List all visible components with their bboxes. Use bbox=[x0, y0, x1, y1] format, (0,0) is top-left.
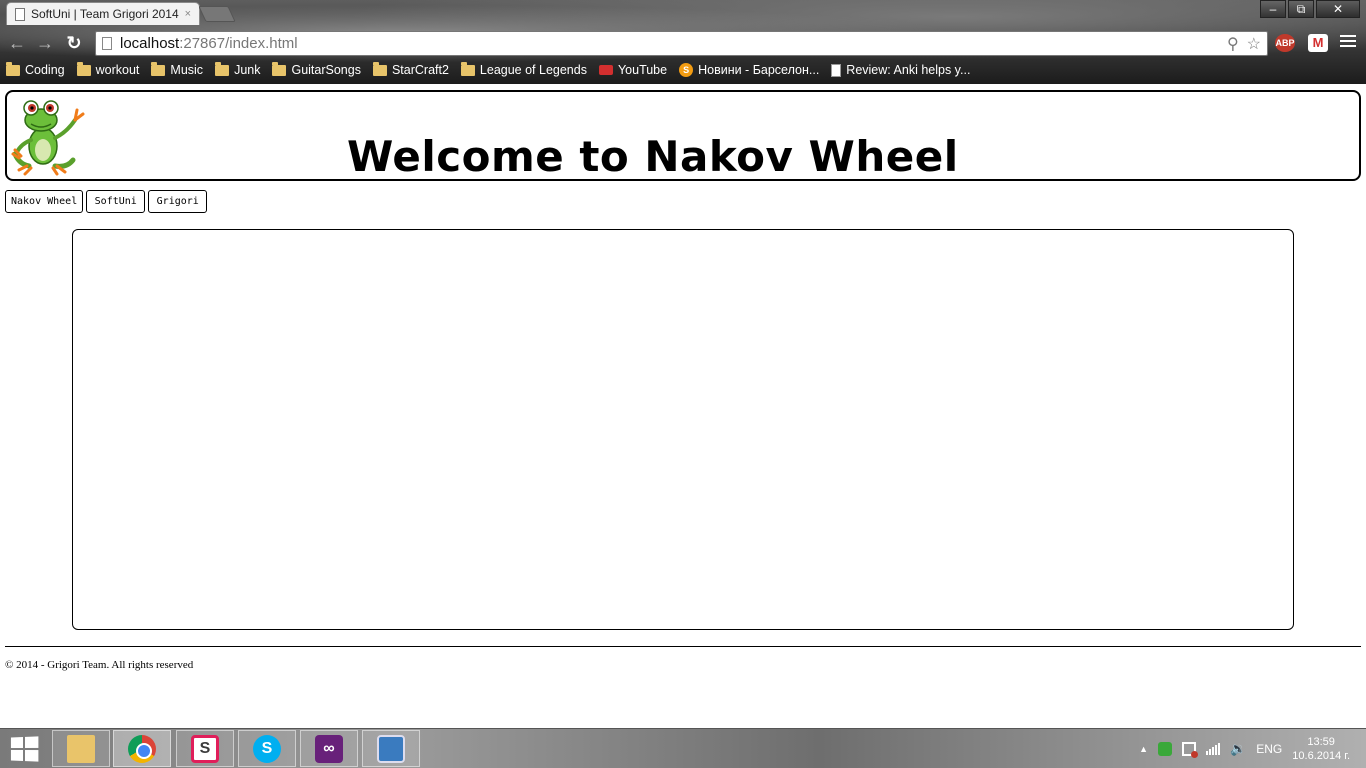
network-signal-icon[interactable] bbox=[1206, 743, 1221, 755]
nav-link-nakov-wheel[interactable]: Nakov Wheel bbox=[5, 190, 84, 213]
photos-icon bbox=[377, 734, 405, 763]
volume-icon[interactable]: 🔉 bbox=[1230, 741, 1246, 757]
bookmark-review[interactable]: Review: Anki helps y... bbox=[831, 63, 970, 77]
url-text[interactable]: localhost:27867/index.html bbox=[120, 35, 1219, 52]
site-navigation: Nakov Wheel SoftUni Grigori bbox=[5, 190, 208, 213]
youtube-icon bbox=[598, 65, 613, 75]
minimize-button[interactable]: – bbox=[1260, 0, 1286, 18]
taskbar-slack[interactable]: S bbox=[176, 730, 234, 767]
nav-link-grigori[interactable]: Grigori bbox=[148, 190, 208, 213]
taskbar-google-chrome[interactable] bbox=[113, 730, 171, 767]
url-path: :27867/index.html bbox=[179, 35, 298, 52]
system-tray: ▲ 🔉 ENG 13:59 10.6.2014 г. bbox=[1139, 729, 1366, 768]
forward-arrow-icon[interactable]: → bbox=[34, 33, 56, 54]
folder-icon bbox=[372, 61, 387, 76]
folder-icon bbox=[76, 61, 91, 76]
bookmark-music[interactable]: Music bbox=[151, 61, 204, 77]
bookmark-starcraft2[interactable]: StarCraft2 bbox=[372, 61, 449, 77]
site-header: Welcome to Nakov Wheel bbox=[5, 90, 1361, 181]
main-content-area bbox=[72, 229, 1294, 630]
taskbar-skype[interactable]: S bbox=[238, 730, 296, 767]
page-icon bbox=[102, 37, 112, 50]
close-button[interactable]: ✕ bbox=[1316, 0, 1360, 18]
bookmark-label: Новини - Барселон... bbox=[698, 63, 820, 77]
page-title: Welcome to Nakov Wheel bbox=[347, 132, 959, 181]
taskbar-clock[interactable]: 13:59 10.6.2014 г. bbox=[1292, 735, 1350, 763]
sport-icon: S bbox=[679, 63, 694, 77]
skype-icon: S bbox=[253, 734, 281, 763]
security-shield-icon[interactable] bbox=[1158, 742, 1173, 756]
zoom-icon[interactable]: ⚲ bbox=[1227, 34, 1239, 54]
bookmark-star-icon[interactable]: ☆ bbox=[1247, 34, 1261, 54]
windows-start-icon[interactable] bbox=[10, 736, 39, 762]
bookmark-junk[interactable]: Junk bbox=[215, 61, 261, 77]
tab-title: SoftUni | Team Grigori 2014 bbox=[31, 7, 179, 21]
browser-tab[interactable]: SoftUni | Team Grigori 2014 × bbox=[6, 2, 200, 25]
browser-chrome: SoftUni | Team Grigori 2014 × – ⧉ ✕ ← → … bbox=[0, 0, 1366, 84]
back-arrow-icon[interactable]: ← bbox=[6, 33, 28, 54]
bookmark-label: GuitarSongs bbox=[291, 63, 361, 77]
tab-close-icon[interactable]: × bbox=[185, 8, 191, 20]
page-icon bbox=[15, 7, 25, 21]
clock-date: 10.6.2014 г. bbox=[1292, 750, 1350, 762]
new-tab-button[interactable] bbox=[198, 6, 236, 22]
windows-taskbar: S S ∞ ▲ 🔉 ENG 13:59 10.6.2014 г. bbox=[0, 728, 1366, 768]
bookmark-label: Review: Anki helps y... bbox=[846, 63, 971, 77]
bookmark-label: YouTube bbox=[617, 63, 668, 77]
browser-toolbar: ← → ↻ localhost:27867/index.html ⚲ ☆ ABP… bbox=[0, 28, 1366, 58]
address-bar[interactable]: localhost:27867/index.html ⚲ ☆ bbox=[95, 31, 1268, 56]
bookmark-youtube[interactable]: YouTube bbox=[598, 63, 668, 77]
folder-icon bbox=[272, 61, 287, 76]
taskbar-visual-studio[interactable]: ∞ bbox=[300, 730, 358, 767]
folder-icon bbox=[460, 61, 475, 76]
bookmark-workout[interactable]: workout bbox=[76, 61, 140, 77]
bookmark-guitarsongs[interactable]: GuitarSongs bbox=[272, 61, 361, 77]
window-controls: – ⧉ ✕ bbox=[1260, 0, 1360, 18]
clock-time: 13:59 bbox=[1307, 736, 1335, 748]
bookmark-label: workout bbox=[95, 63, 140, 77]
taskbar-photos[interactable] bbox=[362, 730, 420, 767]
bookmark-label: League of Legends bbox=[479, 63, 587, 77]
bookmark-league-of-legends[interactable]: League of Legends bbox=[460, 61, 587, 77]
web-page: Welcome to Nakov Wheel Nakov Wheel SoftU… bbox=[0, 84, 1366, 728]
bookmark-label: Coding bbox=[25, 63, 65, 77]
chrome-icon bbox=[128, 734, 156, 763]
bookmark-label: StarCraft2 bbox=[391, 63, 449, 77]
action-center-icon[interactable] bbox=[1182, 742, 1199, 758]
bookmark-coding[interactable]: Coding bbox=[6, 61, 65, 77]
bookmark-label: Junk bbox=[234, 63, 261, 77]
footer-copyright: © 2014 - Grigori Team. All rights reserv… bbox=[5, 659, 194, 671]
folder-icon bbox=[6, 61, 20, 76]
bookmark-news[interactable]: S Новини - Барселон... bbox=[679, 63, 819, 77]
document-icon bbox=[831, 63, 842, 77]
frog-logo bbox=[11, 100, 85, 176]
visual-studio-icon: ∞ bbox=[315, 734, 343, 763]
footer-divider bbox=[5, 646, 1361, 647]
folder-icon bbox=[215, 61, 230, 76]
gmail-icon[interactable]: M bbox=[1308, 34, 1328, 52]
bookmark-label: Music bbox=[170, 63, 204, 77]
nav-link-softuni[interactable]: SoftUni bbox=[86, 190, 146, 213]
restore-button[interactable]: ⧉ bbox=[1288, 0, 1314, 18]
chrome-menu-icon[interactable] bbox=[1340, 35, 1356, 49]
adblock-icon[interactable]: ABP bbox=[1275, 34, 1295, 52]
reload-icon[interactable]: ↻ bbox=[63, 33, 85, 54]
taskbar-file-explorer[interactable] bbox=[52, 730, 110, 767]
slack-icon: S bbox=[191, 734, 219, 763]
file-explorer-icon bbox=[67, 734, 95, 763]
url-host: localhost bbox=[120, 35, 180, 52]
language-indicator[interactable]: ENG bbox=[1256, 742, 1282, 756]
show-hidden-icons-icon[interactable]: ▲ bbox=[1139, 744, 1148, 754]
bookmarks-bar: Coding workout Music Junk GuitarSongs St… bbox=[6, 60, 970, 80]
folder-icon bbox=[151, 61, 166, 76]
